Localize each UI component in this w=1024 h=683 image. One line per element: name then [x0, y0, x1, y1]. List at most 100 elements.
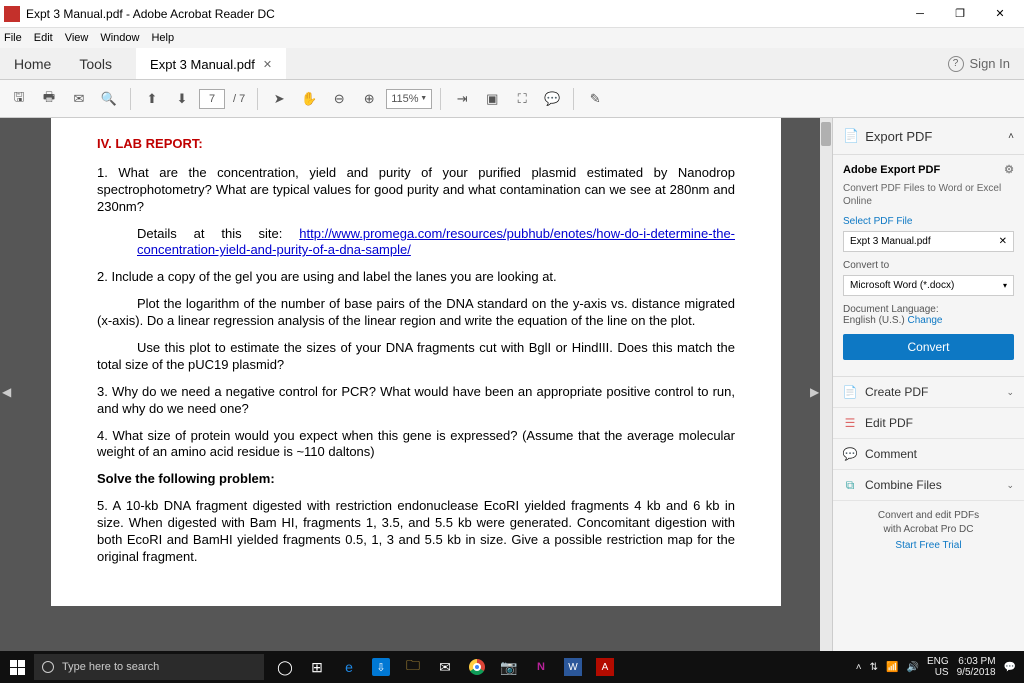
action-center-icon[interactable]: 💬 — [1004, 662, 1016, 673]
search-icon[interactable]: 🔍 — [96, 86, 122, 112]
start-button[interactable] — [0, 660, 34, 675]
explorer-icon[interactable]: 🗀 — [398, 653, 428, 681]
window-controls: ─ ❐ ✕ — [900, 1, 1020, 27]
doc-language: Document Language:English (U.S.) Change — [843, 304, 1014, 326]
menu-view[interactable]: View — [65, 32, 89, 44]
prev-page-icon[interactable]: ◀ — [2, 385, 10, 401]
save-icon[interactable]: 🖫 — [6, 86, 32, 112]
doc-solve: Solve the following problem: — [97, 471, 735, 488]
export-pdf-section: Adobe Export PDF⚙ Convert PDF Files to W… — [833, 155, 1024, 377]
convert-desc: Convert PDF Files to Word or Excel Onlin… — [843, 182, 1014, 208]
select-file-label: Select PDF File — [843, 216, 1014, 227]
export-pdf-header[interactable]: 📄 Export PDF ˄ — [833, 118, 1024, 155]
next-page-icon[interactable]: ▶ — [810, 385, 818, 401]
document-area: ◀ IV. LAB REPORT: 1. What are the concen… — [0, 118, 832, 651]
taskbar-icons: ◯ ⊞ e ⇩ 🗀 ✉ 📷 N W A — [270, 653, 620, 681]
toolbar: 🖫 🖶 ✉ 🔍 ⬆ ⬇ 7 / 7 ➤ ✋ ⊖ ⊕ 115%▼ ⇥ ▣ ⛶ 💬 … — [0, 80, 1024, 118]
convert-button[interactable]: Convert — [843, 334, 1014, 360]
comment-row[interactable]: 💬Comment — [833, 439, 1024, 470]
help-icon[interactable]: ? — [948, 56, 964, 72]
fit-width-icon[interactable]: ⇥ — [449, 86, 475, 112]
change-language-link[interactable]: Change — [907, 315, 942, 326]
create-pdf-row[interactable]: 📄Create PDF⌄ — [833, 377, 1024, 408]
chevron-up-icon: ˄ — [1008, 131, 1014, 142]
tab-home[interactable]: Home — [0, 48, 65, 79]
tab-tools[interactable]: Tools — [65, 48, 126, 79]
cortana-icon[interactable]: ◯ — [270, 653, 300, 681]
fullscreen-icon[interactable]: ⛶ — [509, 86, 535, 112]
side-footer: Convert and edit PDFswith Acrobat Pro DC… — [833, 501, 1024, 561]
read-aloud-icon[interactable]: 💬 — [539, 86, 565, 112]
tray-wifi-icon[interactable]: 📶 — [886, 662, 898, 673]
system-tray: ˄ ⇅ 📶 🔊 ENGUS 6:03 PM9/5/2018 💬 — [848, 656, 1024, 678]
doc-q5: 5. A 10-kb DNA fragment digested with re… — [97, 498, 735, 566]
sign-in-label: Sign In — [970, 56, 1010, 71]
create-pdf-icon: 📄 — [843, 385, 857, 399]
menu-help[interactable]: Help — [151, 32, 174, 44]
camera-icon[interactable]: 📷 — [494, 653, 524, 681]
pdf-page: IV. LAB REPORT: 1. What are the concentr… — [51, 118, 781, 606]
tray-volume-icon[interactable]: 🔊 — [906, 662, 918, 673]
store-icon[interactable]: ⇩ — [366, 653, 396, 681]
hand-icon[interactable]: ✋ — [296, 86, 322, 112]
start-trial-link[interactable]: Start Free Trial — [839, 539, 1018, 553]
tray-network-icon[interactable]: ⇅ — [870, 662, 878, 673]
zoom-level[interactable]: 115%▼ — [386, 89, 432, 109]
tray-clock[interactable]: 6:03 PM9/5/2018 — [957, 656, 996, 678]
fit-page-icon[interactable]: ▣ — [479, 86, 505, 112]
maximize-button[interactable]: ❐ — [940, 1, 980, 27]
main-area: ◀ IV. LAB REPORT: 1. What are the concen… — [0, 118, 1024, 651]
zoom-out-icon[interactable]: ⊖ — [326, 86, 352, 112]
zoom-in-icon[interactable]: ⊕ — [356, 86, 382, 112]
sign-in[interactable]: ? Sign In — [934, 48, 1024, 79]
tab-close-icon[interactable]: ✕ — [263, 58, 272, 71]
selected-file-box[interactable]: Expt 3 Manual.pdf✕ — [843, 231, 1014, 252]
annotate-icon[interactable]: ✎ — [582, 86, 608, 112]
acrobat-taskbar-icon[interactable]: A — [590, 653, 620, 681]
doc-q2c: Use this plot to estimate the sizes of y… — [97, 340, 735, 374]
edit-pdf-row[interactable]: ☰Edit PDF — [833, 408, 1024, 439]
doc-q4: 4. What size of protein would you expect… — [97, 428, 735, 462]
menu-file[interactable]: File — [4, 32, 22, 44]
page-number-input[interactable]: 7 — [199, 89, 225, 109]
export-icon: 📄 — [843, 128, 859, 144]
tab-file[interactable]: Expt 3 Manual.pdf ✕ — [136, 48, 286, 79]
pointer-icon[interactable]: ➤ — [266, 86, 292, 112]
taskbar-search[interactable]: Type here to search — [34, 654, 264, 680]
tray-lang[interactable]: ENGUS — [927, 656, 949, 678]
menu-bar: File Edit View Window Help — [0, 28, 1024, 48]
print-icon[interactable]: 🖶 — [36, 86, 62, 112]
doc-scrollbar[interactable] — [820, 118, 832, 651]
menu-edit[interactable]: Edit — [34, 32, 53, 44]
page-down-icon[interactable]: ⬇ — [169, 86, 195, 112]
app-icon — [4, 6, 20, 22]
chrome-icon[interactable] — [462, 653, 492, 681]
window-title: Expt 3 Manual.pdf - Adobe Acrobat Reader… — [26, 7, 900, 21]
close-button[interactable]: ✕ — [980, 1, 1020, 27]
combine-row[interactable]: ⧉Combine Files⌄ — [833, 470, 1024, 501]
convert-target-select[interactable]: Microsoft Word (*.docx)▾ — [843, 275, 1014, 296]
tab-file-label: Expt 3 Manual.pdf — [150, 57, 255, 72]
right-panel: 📄 Export PDF ˄ Adobe Export PDF⚙ Convert… — [832, 118, 1024, 651]
word-icon[interactable]: W — [558, 653, 588, 681]
doc-q3: 3. Why do we need a negative control for… — [97, 384, 735, 418]
mail-icon[interactable]: ✉ — [66, 86, 92, 112]
comment-icon: 💬 — [843, 447, 857, 461]
chevron-down-icon: ⌄ — [1006, 387, 1014, 398]
taskview-icon[interactable]: ⊞ — [302, 653, 332, 681]
minimize-button[interactable]: ─ — [900, 1, 940, 27]
doc-q2a: 2. Include a copy of the gel you are usi… — [97, 269, 735, 286]
clear-file-icon[interactable]: ✕ — [999, 236, 1007, 247]
onenote-icon[interactable]: N — [526, 653, 556, 681]
combine-icon: ⧉ — [843, 478, 857, 492]
convert-to-label: Convert to — [843, 260, 1014, 271]
edit-pdf-icon: ☰ — [843, 416, 857, 430]
page-up-icon[interactable]: ⬆ — [139, 86, 165, 112]
gear-icon[interactable]: ⚙ — [1004, 163, 1014, 176]
doc-q1a: 1. What are the concentration, yield and… — [97, 165, 735, 216]
doc-heading: IV. LAB REPORT: — [97, 136, 735, 153]
edge-icon[interactable]: e — [334, 653, 364, 681]
tray-chevron-icon[interactable]: ˄ — [856, 662, 862, 673]
menu-window[interactable]: Window — [100, 32, 139, 44]
mail-app-icon[interactable]: ✉ — [430, 653, 460, 681]
